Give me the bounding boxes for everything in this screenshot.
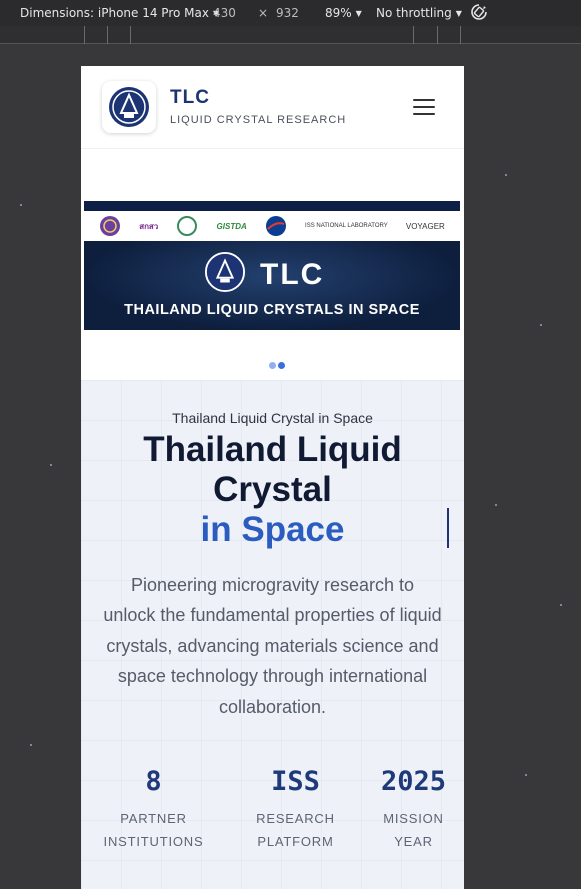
site-header: TLC LIQUID CRYSTAL RESEARCH <box>81 66 464 149</box>
tlc-logo[interactable] <box>102 81 156 133</box>
throttling-select[interactable]: No throttling ▼ <box>376 6 462 20</box>
stat-platform: ISS RESEARCH PLATFORM <box>244 766 347 853</box>
partner-iss-lab: ISS NATIONAL LABORATORY <box>305 223 388 229</box>
partner-gistda: GISTDA <box>216 221 247 231</box>
height-input[interactable]: 932 <box>276 6 299 20</box>
hero-headline: Thailand Liquid Crystal in Space <box>81 430 464 550</box>
device-label: Dimensions: iPhone 14 Pro Max <box>20 6 209 20</box>
typing-cursor <box>447 508 449 548</box>
media-query-ruler <box>0 26 581 44</box>
hero-eyebrow: Thailand Liquid Crystal in Space <box>172 410 373 426</box>
stat-label: PARTNER INSTITUTIONS <box>101 807 206 853</box>
devtools-toolbar: Dimensions: iPhone 14 Pro Max ▼ 430 × 932… <box>0 0 581 26</box>
stat-label: RESEARCH PLATFORM <box>244 807 347 853</box>
carousel-slide: สกสว GISTDA ISS NATIONAL LABORATORY VOYA… <box>84 201 460 330</box>
stat-label: MISSION YEAR <box>371 807 456 853</box>
partner-logos-strip: สกสว GISTDA ISS NATIONAL LABORATORY VOYA… <box>84 201 460 241</box>
stat-value: 8 <box>145 766 162 797</box>
tlc-emblem-icon <box>204 251 246 293</box>
carousel-indicators <box>269 362 285 369</box>
stat-label-line: PARTNER <box>120 811 187 826</box>
university-seal-icon <box>100 216 121 236</box>
carousel-dot[interactable] <box>269 362 276 369</box>
stat-value: 2025 <box>380 766 447 797</box>
chevron-down-icon: ▼ <box>455 9 462 18</box>
rotate-icon[interactable] <box>470 3 488 24</box>
chevron-down-icon: ▼ <box>355 9 362 18</box>
stat-partners: 8 PARTNER INSTITUTIONS <box>101 766 206 853</box>
device-select[interactable]: Dimensions: iPhone 14 Pro Max ▼ <box>20 6 219 20</box>
stat-label-line: RESEARCH <box>256 811 335 826</box>
stat-label-line: PLATFORM <box>257 834 334 849</box>
tlc-emblem-icon <box>109 87 149 127</box>
zoom-label: 89% <box>325 6 352 20</box>
carousel-dot-active[interactable] <box>278 362 285 369</box>
hamburger-icon[interactable] <box>413 99 435 115</box>
throttling-label: No throttling <box>376 6 452 20</box>
stat-label-line: MISSION <box>383 811 444 826</box>
partner-voyager: VOYAGER <box>405 221 445 231</box>
brand-title[interactable]: TLC <box>170 87 210 109</box>
headline-line2: Crystal <box>213 470 332 509</box>
zoom-select[interactable]: 89% ▼ <box>325 6 362 20</box>
mobile-viewport: TLC LIQUID CRYSTAL RESEARCH สกสว GISTDA … <box>81 66 464 889</box>
partner-sksw: สกสว <box>139 221 159 231</box>
stat-label-line: YEAR <box>394 834 433 849</box>
nasa-logo-icon <box>265 216 286 236</box>
brand-subtitle: LIQUID CRYSTAL RESEARCH <box>170 114 347 126</box>
hero-section: Thailand Liquid Crystal in Space Thailan… <box>81 380 464 889</box>
stat-value: ISS <box>271 766 320 797</box>
hero-carousel[interactable]: สกสว GISTDA ISS NATIONAL LABORATORY VOYA… <box>81 149 464 380</box>
headline-line1: Thailand Liquid <box>143 430 402 469</box>
headline-accent: in Space <box>200 510 345 549</box>
times-sign: × <box>258 6 269 20</box>
stat-label-line: INSTITUTIONS <box>103 834 204 849</box>
width-input[interactable]: 430 <box>213 6 236 20</box>
banner-caption: THAILAND LIQUID CRYSTALS IN SPACE <box>124 302 420 318</box>
stat-mission-year: 2025 MISSION YEAR <box>371 766 456 853</box>
banner-main: TLC THAILAND LIQUID CRYSTALS IN SPACE <box>84 241 460 330</box>
ministry-seal-icon <box>177 216 198 236</box>
banner-title: TLC <box>260 258 325 291</box>
hero-lead: Pioneering microgravity research to unlo… <box>103 575 442 717</box>
